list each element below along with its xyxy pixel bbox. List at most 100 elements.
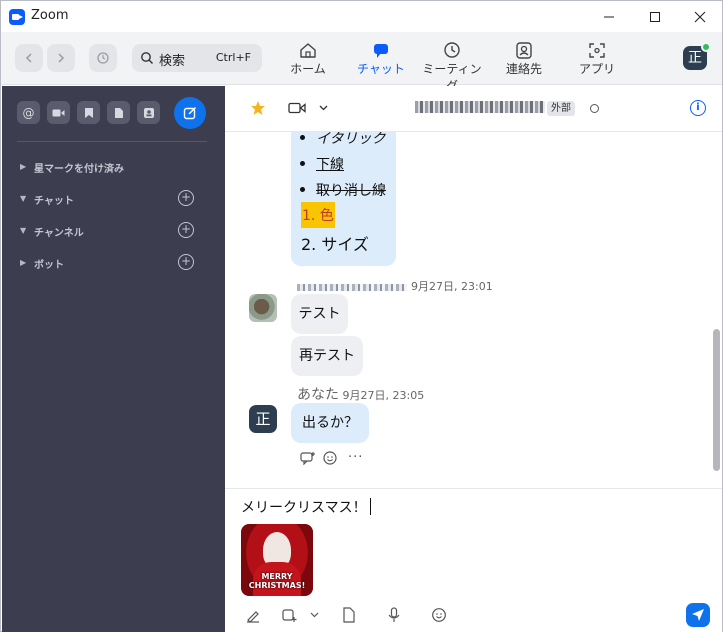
sidebar-section-chat[interactable]: ▼ チャット +	[20, 189, 210, 209]
my-avatar[interactable]: 正	[249, 405, 277, 433]
sidebar-section-label: チャット	[34, 196, 74, 207]
message-bubble[interactable]: テスト	[291, 294, 348, 334]
file-icon	[343, 607, 355, 623]
search-placeholder: 検索	[159, 54, 186, 69]
tab-home-label: ホーム	[290, 62, 326, 76]
history-button[interactable]	[89, 44, 117, 72]
apps-icon	[589, 43, 605, 58]
video-call-icon[interactable]	[288, 102, 306, 114]
at-icon: @	[22, 105, 35, 120]
sidebar-section-bots[interactable]: ▶ ボット +	[20, 253, 210, 273]
files-button[interactable]	[107, 101, 130, 124]
chevron-down-icon[interactable]	[319, 105, 328, 111]
chevron-right-icon	[58, 53, 65, 63]
sender-avatar[interactable]	[249, 294, 277, 322]
sender-name-redacted	[297, 283, 407, 291]
sidebar-section-label: ボット	[34, 260, 64, 271]
compose-icon	[183, 106, 197, 120]
tab-contacts[interactable]: 連絡先	[491, 41, 557, 77]
maximize-button[interactable]	[632, 1, 678, 32]
zoom-window: Zoom 検索 Ctrl+F ホーム チャット ミーティン 連絡先 アプリ 正 …	[0, 0, 723, 632]
chevron-down-icon	[310, 612, 318, 618]
mentions-button[interactable]: @	[17, 101, 40, 124]
peer-name-redacted	[415, 101, 545, 113]
profile-avatar[interactable]: 正	[683, 42, 711, 70]
formatted-message-bubble[interactable]: イタリック 下線 取り消し線 1. 色 2. サイズ	[291, 132, 396, 266]
list-item: 取り消し線	[300, 180, 386, 200]
sidebar-divider	[17, 141, 207, 142]
more-icon[interactable]: ···	[348, 450, 363, 465]
compose-button[interactable]	[174, 97, 206, 129]
search-icon	[141, 52, 153, 64]
star-icon[interactable]	[250, 100, 266, 116]
clock-icon	[444, 42, 460, 58]
add-channel-button[interactable]: +	[178, 222, 194, 238]
file-icon	[114, 107, 123, 118]
pen-format-icon	[247, 611, 259, 623]
attach-file-button[interactable]	[339, 605, 359, 625]
chevron-right-icon: ▶	[20, 162, 27, 171]
main-toolbar: 検索 Ctrl+F ホーム チャット ミーティング 連絡先 アプリ 正	[1, 32, 722, 93]
emoji-button[interactable]	[429, 605, 449, 625]
forward-button[interactable]	[47, 44, 75, 72]
send-icon	[692, 609, 704, 621]
message-meta: 9月27日, 23:01	[297, 278, 493, 294]
tab-apps[interactable]: アプリ	[564, 41, 630, 77]
emoji-icon	[432, 608, 446, 622]
sticker-text-merry: MERRY	[261, 572, 293, 581]
ordered-item-size: 2. サイズ	[301, 235, 369, 254]
screenshot-button[interactable]	[279, 605, 299, 625]
sidebar-section-channels[interactable]: ▼ チャンネル +	[20, 221, 210, 241]
list-item: イタリック	[300, 132, 385, 148]
title-bar: Zoom	[1, 1, 722, 32]
message-bubble[interactable]: 出るか？	[291, 403, 369, 443]
message-scrollbar[interactable]	[713, 329, 720, 471]
message-bubble[interactable]: 再テスト	[291, 336, 363, 376]
screenshot-options-button[interactable]	[304, 605, 324, 625]
chat-header: 外部 i	[225, 86, 722, 132]
external-badge: 外部	[547, 101, 575, 116]
zoom-logo-icon	[9, 9, 25, 25]
microphone-icon	[388, 607, 400, 622]
draft-input[interactable]: メリークリスマス！	[241, 497, 371, 517]
recordings-button[interactable]	[47, 101, 70, 124]
contact-card-icon	[143, 107, 154, 118]
add-bot-button[interactable]: +	[178, 254, 194, 270]
message-timestamp: 9月27日, 23:05	[342, 389, 425, 402]
chevron-down-icon: ▼	[20, 194, 27, 203]
chat-icon	[374, 44, 388, 58]
window-title: Zoom	[31, 8, 69, 23]
bookmarks-button[interactable]	[77, 101, 100, 124]
sticker-text-christmas: CHRISTMAS!	[248, 581, 306, 590]
tab-chat[interactable]: チャット	[348, 41, 414, 77]
format-button[interactable]	[243, 605, 263, 625]
sidebar-section-label: チャンネル	[34, 228, 84, 239]
minimize-button[interactable]	[586, 1, 632, 32]
text-cursor	[369, 498, 371, 515]
screenshot-icon	[282, 609, 297, 622]
draft-text: メリークリスマス！	[241, 500, 367, 516]
chevron-down-icon: ▼	[20, 226, 27, 235]
add-chat-button[interactable]: +	[178, 190, 194, 206]
send-button[interactable]	[686, 603, 710, 627]
info-button[interactable]: i	[690, 100, 706, 116]
back-button[interactable]	[15, 44, 43, 72]
list-item: 下線	[300, 154, 344, 174]
christmas-sticker-attachment[interactable]: MERRY CHRISTMAS!	[241, 524, 313, 596]
search-box[interactable]: 検索 Ctrl+F	[132, 44, 262, 72]
bookmark-icon	[84, 107, 93, 118]
my-sender-name: あなた	[297, 387, 339, 403]
chevron-left-icon	[25, 53, 32, 63]
search-shortcut: Ctrl+F	[215, 51, 251, 64]
message-meta: あなた 9月27日, 23:05	[297, 384, 424, 404]
tab-chat-label: チャット	[357, 62, 405, 76]
sidebar-section-starred[interactable]: ▶ 星マークを付け済み	[20, 157, 210, 177]
chat-sidebar: @ ▶ 星マークを付け済み ▼ チャット + ▼ チャンネル + ▶ ボット +	[2, 86, 225, 632]
tab-apps-label: アプリ	[578, 62, 615, 76]
contacts-card-button[interactable]	[137, 101, 160, 124]
tab-home[interactable]: ホーム	[275, 41, 341, 77]
emoji-react-icon[interactable]	[323, 450, 339, 466]
close-button[interactable]	[677, 1, 723, 32]
reply-icon[interactable]	[300, 451, 316, 465]
voice-message-button[interactable]	[384, 605, 404, 625]
